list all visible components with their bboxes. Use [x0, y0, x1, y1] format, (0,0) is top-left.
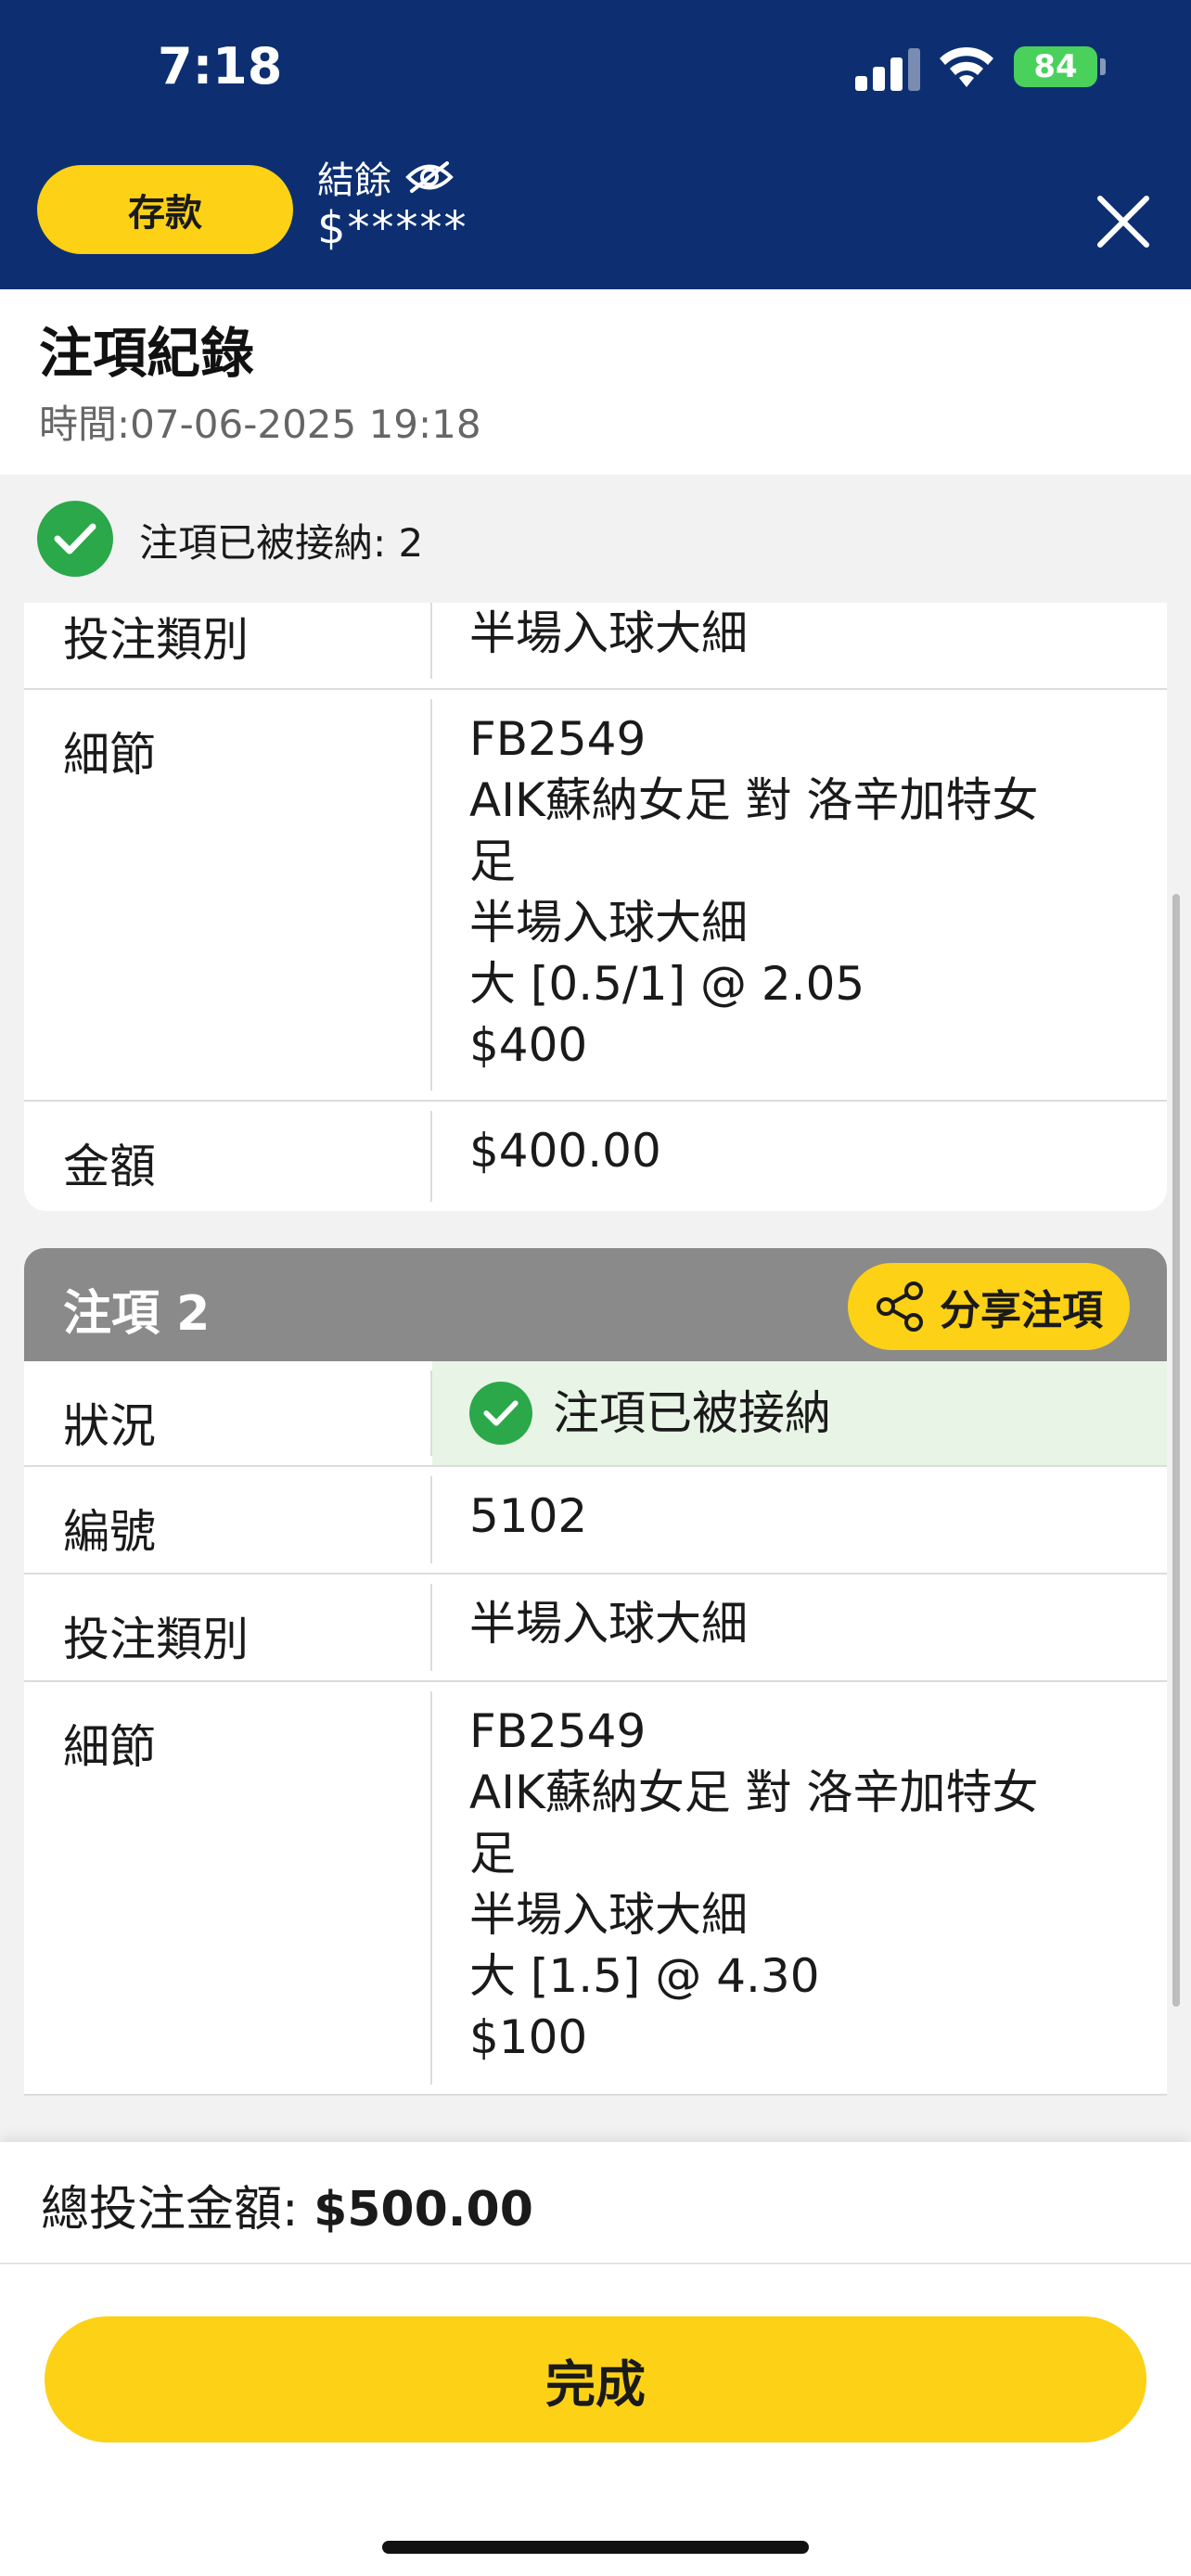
share-icon: [877, 1282, 923, 1332]
row-value: $400.00: [469, 1124, 661, 1178]
done-button[interactable]: 完成: [45, 2316, 1146, 2442]
balance-value: $*****: [317, 202, 468, 254]
row-value: 半場入球大細: [469, 606, 748, 660]
wifi-icon: [940, 46, 993, 87]
row-label: 投注類別: [24, 603, 432, 679]
row-label: 投注類別: [24, 1584, 432, 1671]
bet2-row-details: 細節 FB2549 AIK蘇納女足 對 洛辛加特女 足 半場入球大細 大 [1.…: [24, 1682, 1167, 2096]
row-value: 半場入球大細: [469, 1597, 748, 1651]
bet-card-1: 投注類別 半場入球大細 細節 FB2549 AIK蘇納女足 對 洛辛加特女 足 …: [24, 603, 1167, 1211]
total-label: 總投注金額:: [41, 2182, 299, 2238]
accepted-summary-text: 注項已被接納: 2: [139, 520, 424, 566]
check-circle-icon: [469, 1382, 532, 1445]
bet2-row-status: 狀況 注項已被接納: [24, 1361, 1167, 1467]
deposit-button[interactable]: 存款: [37, 165, 293, 254]
bet1-row-details: 細節 FB2549 AIK蘇納女足 對 洛辛加特女 足 半場入球大細 大 [0.…: [24, 690, 1167, 1102]
total-value: $500.00: [314, 2182, 533, 2238]
bet-card-header: 注項 2 分享注項: [24, 1248, 1167, 1361]
balance-label-group: 結餘: [317, 150, 455, 204]
row-value: 5102: [469, 1489, 588, 1543]
share-label: 分享注項: [940, 1288, 1103, 1333]
bet-list[interactable]: 投注類別 半場入球大細 細節 FB2549 AIK蘇納女足 對 洛辛加特女 足 …: [0, 603, 1191, 2142]
bet-time: 時間:07-06-2025 19:18: [39, 402, 481, 447]
bet2-row-ref: 編號 5102: [24, 1467, 1167, 1575]
balance-label: 結餘: [317, 159, 391, 202]
bet-card-2: 注項 2 分享注項 狀況 注項已被接納 編號 5102 投注類別 半場入球大細 …: [24, 1248, 1167, 2096]
details-text: FB2549 AIK蘇納女足 對 洛辛加特女 足 半場入球大細 大 [0.5/1…: [469, 712, 1039, 1072]
row-label: 狀況: [24, 1371, 432, 1456]
total-stake: 總投注金額: $500.00: [41, 2170, 533, 2239]
row-value: FB2549 AIK蘇納女足 對 洛辛加特女 足 半場入球大細 大 [1.5] …: [432, 1682, 1167, 2094]
check-circle-icon: [37, 501, 113, 577]
footer: 總投注金額: $500.00 完成: [0, 2142, 1191, 2576]
row-label: 細節: [24, 1691, 432, 2085]
battery-icon: 84: [1014, 46, 1097, 87]
scrollbar[interactable]: [1172, 894, 1180, 2007]
details-text: FB2549 AIK蘇納女足 對 洛辛加特女 足 半場入球大細 大 [1.5] …: [469, 1704, 1039, 2064]
accepted-summary-bar: 注項已被接納: 2: [0, 475, 1191, 603]
close-icon[interactable]: [1093, 191, 1154, 252]
title-area: 注項紀錄 時間:07-06-2025 19:18: [0, 289, 1191, 475]
row-label: 細節: [24, 699, 432, 1090]
share-bet-button[interactable]: 分享注項: [848, 1263, 1130, 1350]
home-indicator[interactable]: [382, 2541, 809, 2554]
status-value: 注項已被接納: [432, 1361, 1167, 1465]
row-label: 金額: [24, 1111, 432, 1202]
bet-card-title: 注項 2: [63, 1286, 211, 1342]
bet1-row-type: 投注類別 半場入球大細: [24, 603, 1167, 690]
row-label: 編號: [24, 1476, 432, 1563]
bet2-row-type: 投注類別 半場入球大細: [24, 1575, 1167, 1682]
divider: [0, 2263, 1191, 2264]
eye-off-icon[interactable]: [404, 159, 455, 195]
signal-icon: [855, 45, 920, 91]
page-title: 注項紀錄: [39, 322, 255, 385]
status-time: 7:18: [158, 37, 283, 96]
status-text: 注項已被接納: [553, 1386, 831, 1440]
row-value: FB2549 AIK蘇納女足 對 洛辛加特女 足 半場入球大細 大 [0.5/1…: [432, 690, 1167, 1100]
battery-cap: [1100, 58, 1106, 75]
bet1-row-amount: 金額 $400.00: [24, 1102, 1167, 1211]
top-bar: 7:18 84 存款 結餘 $*****: [0, 0, 1191, 289]
